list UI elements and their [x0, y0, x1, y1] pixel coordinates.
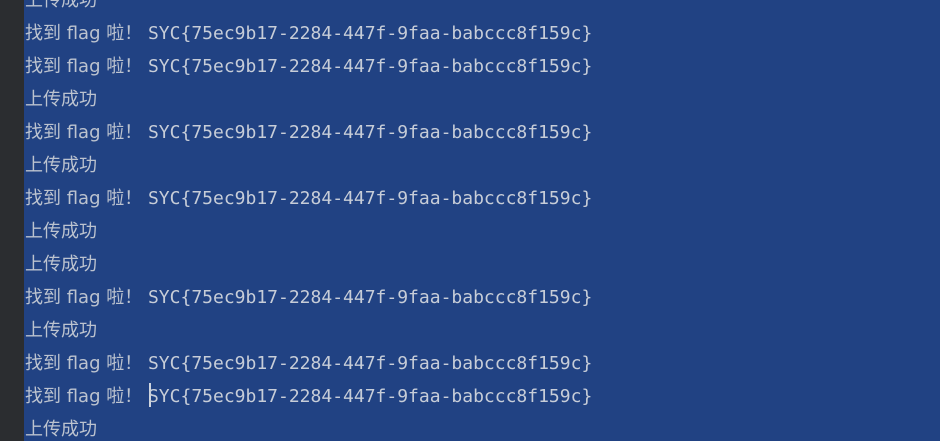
- flag-value: SYC{75ec9b17-2284-447f-9faa-babccc8f159c…: [147, 56, 593, 77]
- flag-found-label: 找到 flag 啦！: [25, 23, 148, 44]
- console-line[interactable]: 找到 flag 啦！ SYC{75ec9b17-2284-447f-9faa-b…: [25, 380, 592, 413]
- upload-success-text: 上传成功: [25, 0, 97, 11]
- console-line[interactable]: 找到 flag 啦！ SYC{75ec9b17-2284-447f-9faa-b…: [25, 17, 592, 50]
- flag-value: SYC{75ec9b17-2284-447f-9faa-babccc8f159c…: [147, 188, 593, 209]
- console-line[interactable]: 找到 flag 啦！ SYC{75ec9b17-2284-447f-9faa-b…: [25, 347, 592, 380]
- console-line[interactable]: 上传成功: [25, 314, 97, 347]
- upload-success-text: 上传成功: [25, 320, 97, 341]
- upload-success-text: 上传成功: [25, 89, 97, 110]
- console-gutter: [0, 0, 24, 441]
- console-line[interactable]: 找到 flag 啦！ SYC{75ec9b17-2284-447f-9faa-b…: [25, 182, 592, 215]
- console-line[interactable]: 上传成功: [25, 215, 97, 248]
- flag-value: SYC{75ec9b17-2284-447f-9faa-babccc8f159c…: [147, 287, 593, 308]
- console-line[interactable]: 上传成功: [25, 83, 97, 116]
- flag-value: SYC{75ec9b17-2284-447f-9faa-babccc8f159c…: [147, 386, 593, 407]
- console-line[interactable]: 找到 flag 啦！ SYC{75ec9b17-2284-447f-9faa-b…: [25, 50, 592, 83]
- selected-output-text[interactable]: 上传成功 找到 flag 啦！ SYC{75ec9b17-2284-447f-9…: [24, 0, 940, 441]
- flag-found-label: 找到 flag 啦！: [25, 287, 148, 308]
- upload-success-text: 上传成功: [25, 221, 97, 242]
- upload-success-text: 上传成功: [25, 155, 97, 176]
- flag-found-label: 找到 flag 啦！: [25, 188, 148, 209]
- flag-found-label: 找到 flag 啦！: [25, 386, 148, 407]
- flag-value: SYC{75ec9b17-2284-447f-9faa-babccc8f159c…: [147, 122, 593, 143]
- flag-found-label: 找到 flag 啦！: [25, 353, 148, 374]
- console-line[interactable]: 上传成功: [25, 248, 97, 281]
- console-line[interactable]: 找到 flag 啦！ SYC{75ec9b17-2284-447f-9faa-b…: [25, 116, 592, 149]
- upload-success-text: 上传成功: [25, 419, 97, 440]
- console-line[interactable]: 找到 flag 啦！ SYC{75ec9b17-2284-447f-9faa-b…: [25, 281, 592, 314]
- upload-success-text: 上传成功: [25, 254, 97, 275]
- console-line[interactable]: 上传成功: [25, 413, 97, 441]
- flag-value: SYC{75ec9b17-2284-447f-9faa-babccc8f159c…: [147, 23, 593, 44]
- console-line[interactable]: 上传成功: [25, 0, 97, 17]
- console-line[interactable]: 上传成功: [25, 149, 97, 182]
- flag-found-label: 找到 flag 啦！: [25, 56, 148, 77]
- flag-value: SYC{75ec9b17-2284-447f-9faa-babccc8f159c…: [147, 353, 593, 374]
- flag-found-label: 找到 flag 啦！: [25, 122, 148, 143]
- console-output-panel[interactable]: 上传成功 找到 flag 啦！ SYC{75ec9b17-2284-447f-9…: [0, 0, 940, 441]
